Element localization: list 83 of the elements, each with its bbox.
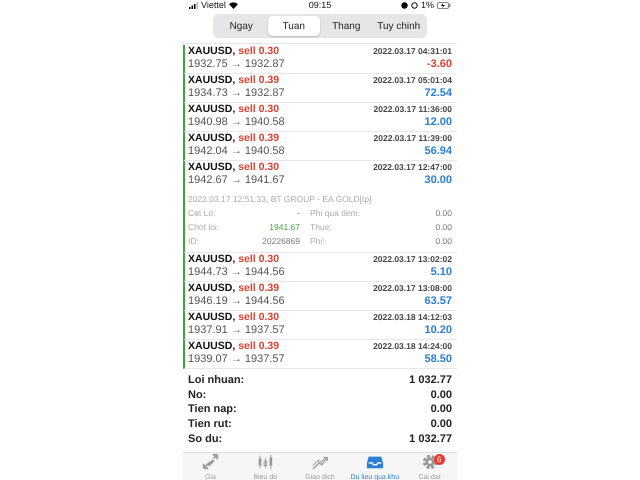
order-type: sell 0.30 [238, 253, 280, 265]
lock-rotation-icon [410, 2, 418, 8]
profit-value: 12.00 [424, 116, 452, 128]
summary-label: Loi nhuan: [188, 374, 244, 386]
summary-value: 1 032.77 [409, 432, 452, 445]
order-type: sell 0.39 [238, 340, 280, 352]
order-type: sell 0.39 [238, 132, 280, 144]
price-range: 1944.73 → 1944.56 [188, 266, 285, 278]
order-type: sell 0.39 [238, 74, 280, 86]
order-type: sell 0.30 [238, 103, 280, 115]
price-range: 1942.67 → 1941.67 [188, 174, 285, 186]
detail-value: 0.00 [435, 236, 452, 246]
summary-label: So du: [188, 432, 222, 445]
detail-label: Phi: [310, 236, 325, 246]
detail-label: Cat Lo: [188, 208, 216, 218]
trade-time: 2022.03.17 13:08:00 [373, 283, 452, 293]
period-tab[interactable]: Thang [320, 16, 372, 36]
trade-time: 2022.03.17 04:31:01 [373, 46, 452, 56]
trade-time: 2022.03.17 11:36:00 [374, 104, 452, 114]
summary-label: No: [188, 388, 206, 401]
symbol: XAUUSD, [188, 161, 236, 173]
trade-time: 2022.03.18 14:12:03 [373, 312, 452, 322]
summary-value: 1 032.77 [409, 374, 452, 386]
order-type: sell 0.30 [238, 311, 280, 323]
price-range: 1937.91 → 1937.57 [188, 324, 285, 336]
profit-value: 72.54 [424, 87, 452, 99]
arrows-icon [201, 452, 220, 471]
profit-value: 10.20 [424, 324, 452, 336]
price-range: 1942.04 → 1940.58 [188, 145, 285, 157]
detail-value: 0.00 [435, 208, 452, 218]
battery-percent: 1% [420, 0, 434, 10]
detail-label: ID: [188, 236, 199, 246]
trade-time: 2022.03.17 12:47:00 [373, 162, 452, 172]
alarm-icon [400, 2, 408, 8]
price-range: 1940.98 → 1940.58 [188, 116, 285, 128]
trade-time: 2022.03.17 13:02:02 [373, 254, 452, 264]
period-tab[interactable]: Tuan [268, 16, 320, 36]
detail-value: - [297, 208, 300, 218]
period-tab[interactable]: Ngay [215, 16, 268, 36]
symbol: XAUUSD, [188, 103, 236, 115]
price-range: 1946.19 → 1944.56 [188, 295, 285, 307]
candlestick-icon [256, 452, 274, 471]
symbol: XAUUSD, [188, 340, 236, 352]
detail-label: Thue: [310, 222, 332, 232]
clock-time: 09:15 [308, 0, 332, 10]
detail-label: Chot loi: [188, 222, 220, 232]
profit-value: 63.57 [424, 295, 452, 307]
summary-value: 0.00 [430, 403, 452, 416]
trade-comment: 2022.03.17 12:51:33, BT GROUP - EA GOLD[tp] [188, 194, 372, 206]
profit-value: 5.10 [430, 266, 452, 278]
summary-label: Tien nap: [188, 403, 237, 416]
notification-badge: 6 [434, 454, 445, 465]
order-type: sell 0.39 [238, 282, 280, 294]
wifi-icon [228, 2, 238, 8]
trade-time: 2022.03.17 11:39:00 [374, 133, 452, 143]
price-range: 1939.07 → 1937.57 [188, 353, 285, 365]
battery-icon [436, 2, 451, 8]
carrier-name: Viettel [201, 0, 226, 10]
profit-value: 58.50 [424, 353, 452, 365]
symbol: XAUUSD, [188, 45, 236, 57]
detail-value: 0.00 [435, 222, 452, 232]
profit-value: -3.60 [426, 58, 452, 70]
price-range: 1932.75 → 1932.87 [188, 58, 285, 70]
signal-icon [189, 2, 198, 8]
order-type: sell 0.30 [238, 45, 280, 57]
profit-value: 56.94 [424, 145, 452, 157]
symbol: XAUUSD, [188, 253, 236, 265]
symbol: XAUUSD, [188, 282, 236, 294]
trade-time: 2022.03.17 05:01:04 [373, 75, 452, 85]
symbol: XAUUSD, [188, 132, 236, 144]
symbol: XAUUSD, [188, 74, 236, 86]
summary-value: 0.00 [430, 418, 452, 430]
period-tab[interactable]: Tuy chinh [372, 16, 425, 36]
summary-value: 0.00 [430, 388, 452, 401]
trade-time: 2022.03.18 14:24:00 [373, 341, 452, 351]
detail-value: 20226869 [262, 236, 300, 246]
price-range: 1934.73 → 1932.87 [188, 87, 285, 99]
detail-label: Phi qua dem: [310, 208, 360, 218]
order-type: sell 0.30 [238, 161, 280, 173]
symbol: XAUUSD, [188, 311, 236, 323]
profit-value: 30.00 [424, 174, 452, 186]
summary-label: Tien rut: [188, 418, 232, 430]
detail-value: 1941.67 [269, 222, 300, 232]
